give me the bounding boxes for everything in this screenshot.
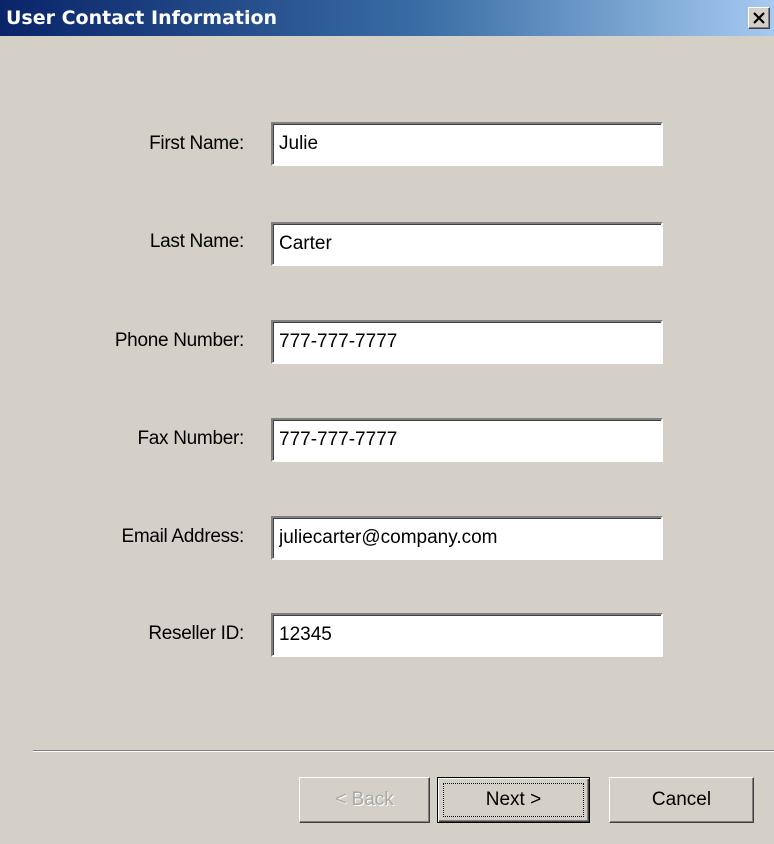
window-title: User Contact Information bbox=[6, 7, 278, 29]
next-button[interactable]: Next > bbox=[437, 777, 590, 823]
reseller-id-label: Reseller ID: bbox=[148, 623, 244, 644]
phone-number-label: Phone Number: bbox=[114, 330, 244, 351]
back-button[interactable]: < Back bbox=[299, 777, 430, 823]
next-button-label: Next > bbox=[443, 783, 584, 817]
close-button[interactable] bbox=[748, 7, 770, 29]
back-button-label: < Back bbox=[335, 789, 394, 810]
first-name-field[interactable] bbox=[271, 122, 663, 166]
email-address-field[interactable] bbox=[271, 516, 663, 560]
last-name-field[interactable] bbox=[271, 222, 663, 266]
phone-number-field[interactable] bbox=[271, 320, 663, 364]
cancel-button[interactable]: Cancel bbox=[609, 777, 754, 823]
title-bar[interactable]: User Contact Information bbox=[0, 0, 774, 36]
first-name-label: First Name: bbox=[149, 133, 244, 154]
user-contact-dialog: User Contact Information First Name: Las… bbox=[0, 0, 774, 844]
reseller-id-field[interactable] bbox=[271, 613, 663, 657]
last-name-label: Last Name: bbox=[149, 231, 244, 252]
button-separator bbox=[33, 750, 774, 752]
fax-number-field[interactable] bbox=[271, 418, 663, 462]
email-address-label: Email Address: bbox=[121, 526, 244, 547]
cancel-button-label: Cancel bbox=[651, 789, 712, 810]
fax-number-label: Fax Number: bbox=[137, 428, 244, 449]
close-icon bbox=[753, 12, 765, 24]
